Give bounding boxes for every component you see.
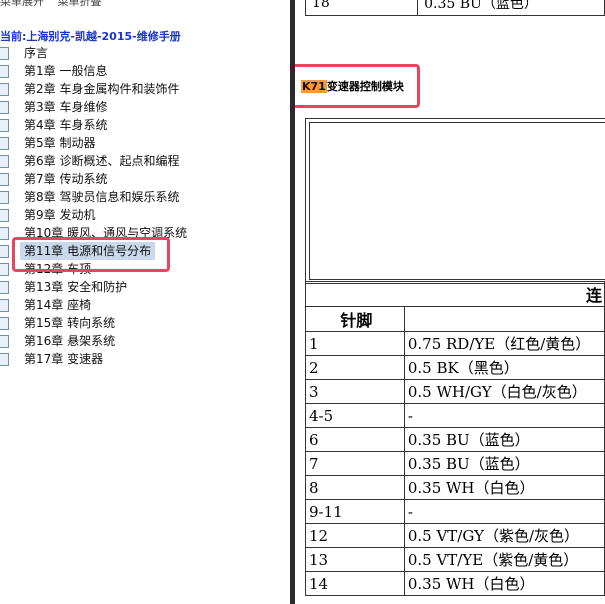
selection-highlight-box [12,237,170,272]
table-row: 13 0.5 VT/YE（紫色/黄色） [305,547,605,572]
module-heading: K71变速器控制模块 [301,78,404,94]
table-row: 18 0.35 BU（蓝色） [304,0,605,16]
tree-item-label[interactable]: 第14章 座椅 [24,296,91,314]
pin-cell: 3 [305,379,405,404]
navigation-pane: 菜单展开 菜单折叠 当前:上海别克-凯越-2015-维修手册 序言 第1章 一般信… [0,0,290,604]
pin-cell: 12 [305,523,405,548]
expand-menu-button[interactable]: 菜单展开 [0,0,44,8]
wire-cell: 0.35 BU（蓝色） [403,427,605,452]
connector-image-frame [305,118,605,284]
table-row: 14 0.35 WH（白色） [305,571,605,596]
wire-cell: 0.5 VT/GY（紫色/灰色） [403,523,605,548]
document-icon [0,299,9,312]
wire-header [403,306,605,332]
wire-cell: - [403,403,605,428]
wire-cell: 0.35 BU（蓝色） [403,451,605,476]
document-icon [0,353,9,366]
table-row: 4-5- [305,403,605,428]
tree-item-label[interactable]: 第5章 制动器 [24,134,95,152]
wire-cell: 0.35 WH（白色） [403,571,605,596]
table-row: 7 0.35 BU（蓝色） [305,451,605,476]
wire-cell: 0.75 RD/YE（红色/黄色） [403,331,605,356]
document-icon [0,83,9,96]
pin-header: 针脚 [305,306,405,332]
module-code: K71 [301,80,327,93]
tree-item-label[interactable]: 第9章 发动机 [24,206,95,224]
document-icon [0,191,9,204]
wire-cell: 0.5 BK（黑色） [403,355,605,380]
tree-item-label[interactable]: 第8章 驾驶员信息和娱乐系统 [24,188,179,206]
collapse-menu-button[interactable]: 菜单折叠 [58,0,102,8]
document-icon [0,335,9,348]
pin-cell: 14 [305,571,405,596]
document-icon [0,47,9,60]
pin-cell: 9-11 [305,499,405,524]
wire-cell: 0.5 WH/GY（白色/灰色） [403,379,605,404]
table-row: 2 0.5 BK（黑色） [305,355,605,380]
wire-cell: 0.35 BU（蓝色） [417,0,605,16]
table-row: 3 0.5 WH/GY（白色/灰色） [305,379,605,404]
previous-pin-table: 18 0.35 BU（蓝色） [304,0,605,16]
table-row: 1 0.75 RD/YE（红色/黄色） [305,331,605,356]
pin-cell: 6 [305,427,405,452]
breadcrumb: 当前:上海别克-凯越-2015-维修手册 [0,30,181,43]
table-row: 6 0.35 BU（蓝色） [305,427,605,452]
table-row: 9-11- [305,499,605,524]
connector-image-area [309,122,605,280]
document-icon [0,227,9,240]
tree-item-label[interactable]: 第13章 安全和防护 [24,278,127,296]
tree-toolbar: 菜单展开 菜单折叠 [0,0,112,9]
document-icon [0,119,9,132]
tree-item-label[interactable]: 第17章 变速器 [24,350,103,368]
pin-cell: 2 [305,355,405,380]
document-icon [0,263,9,276]
document-icon [0,101,9,114]
pin-cell: 8 [305,475,405,500]
tree-item-label[interactable]: 第15章 转向系统 [24,314,115,332]
document-icon [0,281,9,294]
tree-item-label[interactable]: 第2章 车身金属构件和装饰件 [24,80,179,98]
wire-cell: 0.5 VT/YE（紫色/黄色） [403,547,605,572]
pin-table: 连 针脚 1 0.75 RD/YE（红色/黄色） 2 0.5 BK（黑色） 3 0.5 W… [305,281,605,596]
pin-cell: 13 [305,547,405,572]
table-row: 8 0.35 WH（白色） [305,475,605,500]
pin-cell: 4-5 [305,403,405,428]
tree-item-label[interactable]: 第1章 一般信息 [24,62,107,80]
tree-item-label[interactable]: 第7章 传动系统 [24,170,107,188]
pin-cell: 18 [304,0,419,16]
wire-cell: - [403,499,605,524]
pin-cell: 7 [305,451,405,476]
document-icon [0,155,9,168]
pin-table-title-row: 连 [305,281,605,307]
wire-cell: 0.35 WH（白色） [403,475,605,500]
document-icon [0,245,9,258]
tree-item-label[interactable]: 第16章 悬架系统 [24,332,115,350]
document-icon [0,317,9,330]
tree-item-label[interactable]: 序言 [24,44,48,62]
pin-table-header-row: 针脚 [305,306,605,332]
document-icon [0,137,9,150]
tree-item-label[interactable]: 第6章 诊断概述、起点和编程 [24,152,179,170]
tree-item-label[interactable]: 第3章 车身维修 [24,98,107,116]
table-row: 12 0.5 VT/GY（紫色/灰色） [305,523,605,548]
tree-item-label[interactable]: 第4章 车身系统 [24,116,107,134]
document-icon [0,173,9,186]
pin-table-title: 连 [305,281,605,307]
module-name: 变速器控制模块 [326,80,404,93]
pin-cell: 1 [305,331,405,356]
document-icon [0,65,9,78]
document-icon [0,209,9,222]
content-pane: 18 0.35 BU（蓝色） K71变速器控制模块 连 针脚 1 0.75 RD/… [295,0,605,604]
